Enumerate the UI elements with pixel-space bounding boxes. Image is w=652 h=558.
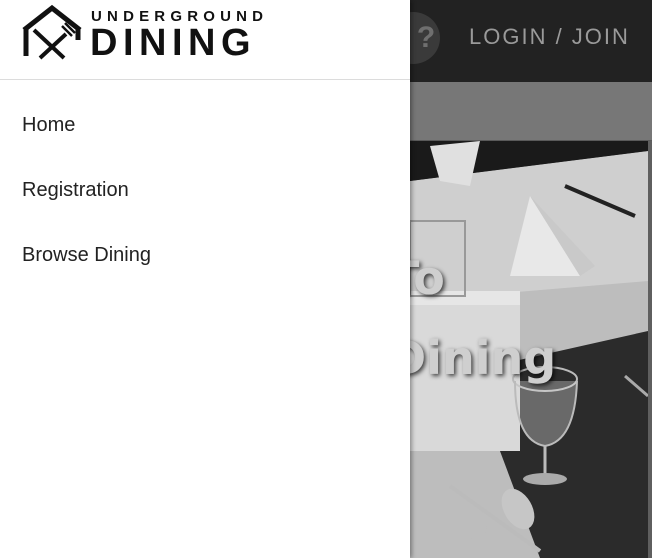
house-fork-knife-icon <box>22 4 82 60</box>
logo-main-text: DINING <box>90 22 256 64</box>
question-mark-icon: ? <box>416 21 436 54</box>
drawer-header: UNDERGROUND DINING <box>0 0 410 80</box>
nav-item-registration[interactable]: Registration <box>0 155 410 220</box>
navigation-drawer: UNDERGROUND DINING Home Registration Bro… <box>0 0 410 558</box>
nav-item-browse-dining[interactable]: Browse Dining <box>0 220 410 285</box>
login-join-link[interactable]: LOGIN / JOIN <box>469 24 630 50</box>
underground-dining-logo[interactable]: UNDERGROUND DINING <box>22 4 292 64</box>
hero-banner: To Dining <box>410 141 648 558</box>
drawer-nav-list: Home Registration Browse Dining <box>0 90 410 285</box>
nav-item-home[interactable]: Home <box>0 90 410 155</box>
page-edge <box>648 141 652 558</box>
hero-title-line1: To <box>410 251 445 305</box>
hero-title-line2: Dining <box>410 331 557 385</box>
